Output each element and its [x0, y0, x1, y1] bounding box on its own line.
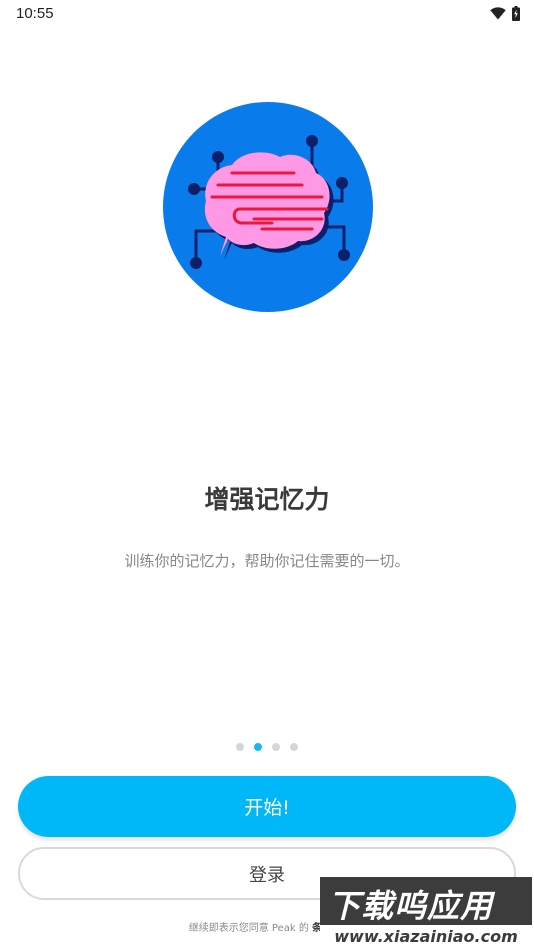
wifi-icon [490, 6, 506, 20]
legal-prefix: 继续即表示您同意 Peak 的 [188, 923, 309, 934]
watermark-url: www.xiazainiao.com [320, 925, 532, 948]
page-dot[interactable] [290, 743, 298, 751]
watermark-title: 下载呜应用 [328, 887, 494, 925]
status-time: 10:55 [16, 5, 54, 22]
battery-charging-icon [512, 5, 520, 21]
page-indicator [0, 743, 534, 751]
hero-illustration [162, 101, 374, 313]
slide-title: 增强记忆力 [204, 485, 330, 514]
watermark-logo: 下载呜应用 www.xiazainiao.com [320, 877, 532, 948]
page-dot[interactable] [236, 743, 244, 751]
slide-description: 训练你的记忆力，帮助你记住需要的一切。 [124, 552, 410, 570]
status-bar: 10:55 [0, 0, 534, 28]
page-dot[interactable] [272, 743, 280, 751]
status-icons [490, 5, 520, 21]
brain-circuit-icon [163, 102, 373, 312]
page-dot-active[interactable] [254, 743, 262, 751]
start-button[interactable]: 开始! [18, 776, 516, 837]
